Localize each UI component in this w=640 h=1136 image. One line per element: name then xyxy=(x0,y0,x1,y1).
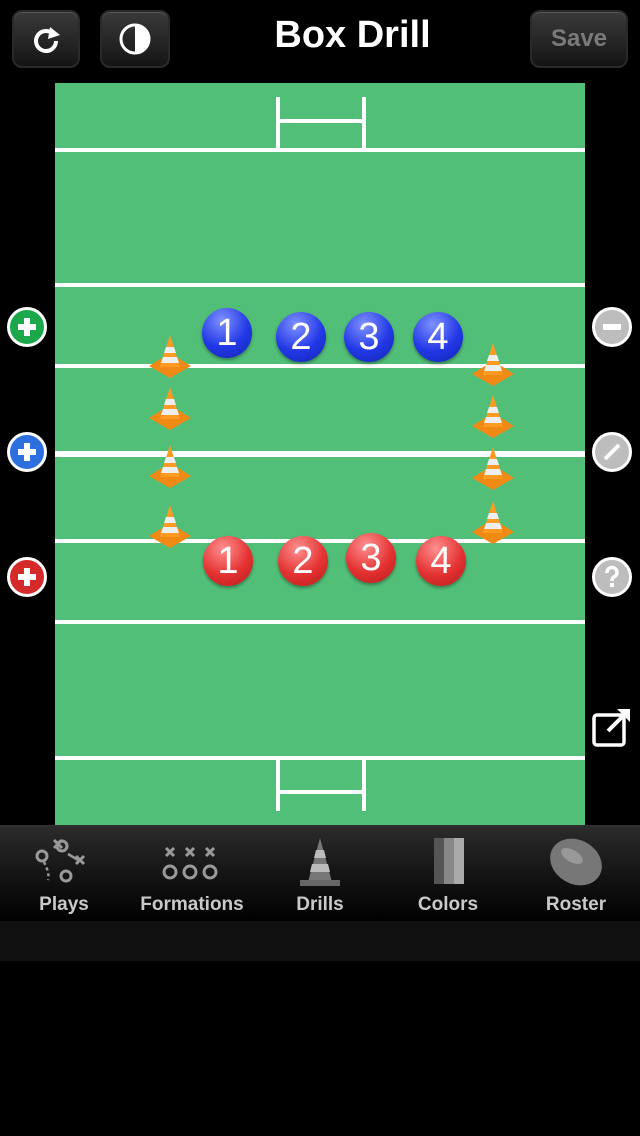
plus-icon xyxy=(18,568,36,586)
ball-icon xyxy=(550,838,602,886)
blue-player[interactable]: 4 xyxy=(413,312,463,362)
save-button[interactable]: Save xyxy=(530,10,628,68)
colors-icon xyxy=(434,838,464,884)
plays-icon xyxy=(35,838,86,883)
tab-bar: Plays Formations Drills Colors Roster xyxy=(0,825,640,922)
question-icon xyxy=(605,565,619,587)
red-player[interactable]: 1 xyxy=(203,536,253,586)
red-player[interactable]: 2 xyxy=(278,536,328,586)
cone-icon[interactable] xyxy=(470,445,516,491)
help-button[interactable] xyxy=(592,557,632,597)
refresh-icon xyxy=(34,27,60,53)
tab-label: Formations xyxy=(140,894,244,915)
cone-icon[interactable] xyxy=(147,443,193,489)
field-line xyxy=(55,283,585,287)
formations-icon xyxy=(162,846,218,880)
remove-button[interactable] xyxy=(592,307,632,347)
tab-label: Roster xyxy=(545,894,607,915)
contrast-button[interactable] xyxy=(100,10,170,68)
cone-icon[interactable] xyxy=(147,333,193,379)
cone-icon[interactable] xyxy=(470,499,516,545)
tab-label: Colors xyxy=(417,894,479,915)
blue-player[interactable]: 2 xyxy=(276,312,326,362)
draw-button[interactable] xyxy=(592,432,632,472)
blue-player[interactable]: 3 xyxy=(344,312,394,362)
cone-icon[interactable] xyxy=(147,385,193,431)
tab-drills[interactable]: Drills xyxy=(256,826,384,922)
field-line xyxy=(55,620,585,624)
plus-icon xyxy=(18,318,36,336)
goal-post-bottom xyxy=(276,756,366,811)
tab-label: Plays xyxy=(39,894,89,915)
top-bar: Box Drill Save xyxy=(0,0,640,80)
bottom-spacer xyxy=(0,921,640,961)
tab-colors[interactable]: Colors xyxy=(384,826,512,922)
cone-icon xyxy=(300,838,340,886)
cone-icon[interactable] xyxy=(470,341,516,387)
rugby-field[interactable]: 1 2 3 4 1 2 3 4 xyxy=(55,83,585,825)
tab-label: Drills xyxy=(296,894,344,915)
tab-plays[interactable]: Plays xyxy=(0,826,128,922)
red-player[interactable]: 3 xyxy=(346,533,396,583)
share-icon xyxy=(592,709,630,747)
refresh-button[interactable] xyxy=(12,10,80,68)
save-button-label: Save xyxy=(550,25,608,52)
red-player[interactable]: 4 xyxy=(416,536,466,586)
cone-icon[interactable] xyxy=(147,503,193,549)
add-red-button[interactable] xyxy=(7,557,47,597)
pencil-icon xyxy=(603,443,621,461)
minus-icon xyxy=(603,324,621,330)
blue-player[interactable]: 1 xyxy=(202,308,252,358)
add-blue-button[interactable] xyxy=(7,432,47,472)
page-title: Box Drill xyxy=(274,14,431,56)
contrast-icon xyxy=(119,23,151,55)
share-button[interactable] xyxy=(591,706,633,748)
tab-roster[interactable]: Roster xyxy=(512,826,640,922)
add-green-button[interactable] xyxy=(7,307,47,347)
plus-icon xyxy=(18,443,36,461)
tab-formations[interactable]: Formations xyxy=(128,826,256,922)
cone-icon[interactable] xyxy=(470,393,516,439)
goal-post-top xyxy=(276,97,366,152)
